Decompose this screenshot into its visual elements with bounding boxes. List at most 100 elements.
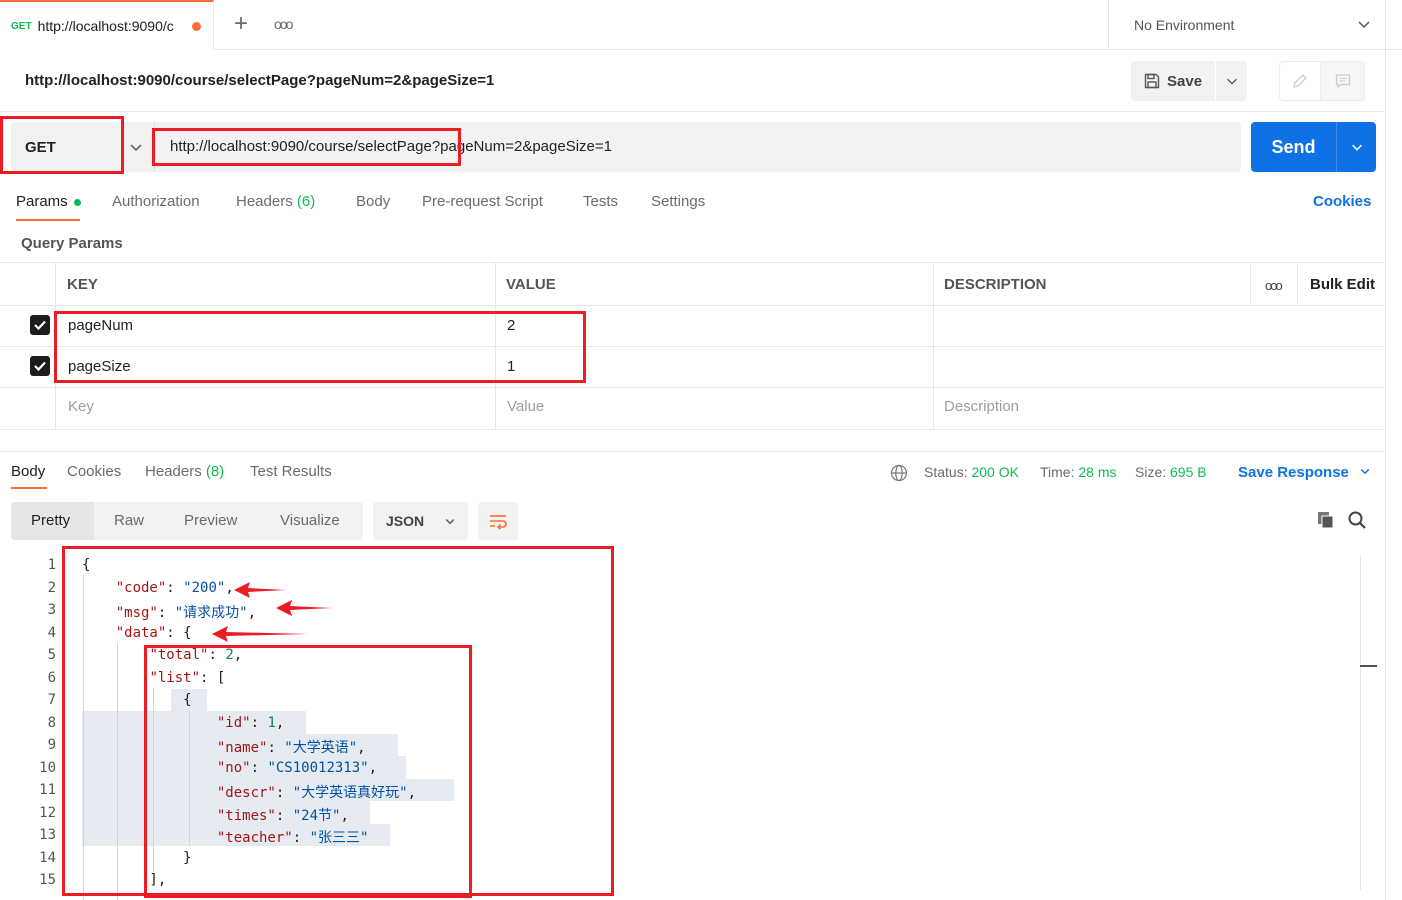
code-line: "descr": "大学英语真好玩", [216,785,417,801]
save-response-label: Save Response [1238,464,1349,481]
annotation-arrow-icon [276,600,332,616]
search-icon[interactable] [1347,510,1367,530]
new-param-value-input[interactable]: Value [507,398,544,415]
unsaved-dot-icon [191,21,201,31]
line-number: 12 [39,805,56,821]
headers-count: (6) [296,193,316,210]
active-tab-underline [16,219,80,221]
table-options-icon[interactable]: ooo [1265,278,1283,293]
code-line: "teacher": "张三三" [216,830,369,846]
response-tab-body[interactable]: Body [11,463,45,480]
code-line: "data": { [115,625,192,641]
code-line: { [82,692,192,708]
request-title: http://localhost:9090/course/selectPage?… [25,72,495,89]
tab-tests[interactable]: Tests [583,193,618,210]
response-tab-cookies[interactable]: Cookies [67,463,121,480]
divider [0,111,1386,112]
param-value[interactable]: 1 [507,358,515,375]
line-number: 2 [47,580,56,596]
code-line: "times": "24节", [216,808,349,824]
format-selector[interactable]: JSON [373,502,468,540]
line-number: 8 [47,715,56,731]
indent-guide [189,711,190,846]
globe-icon[interactable] [890,464,908,482]
param-checkbox-pagenum[interactable] [30,315,50,335]
bulk-edit-button[interactable]: Bulk Edit [1310,276,1375,293]
pencil-icon [1293,74,1307,88]
size-value: 695 B [1170,464,1207,480]
url-text: http://localhost:9090/course/selectPage?… [170,138,612,155]
response-tab-test-results[interactable]: Test Results [250,463,332,480]
scrollbar[interactable] [1360,555,1361,890]
code-line: "no": "CS10012313", [216,760,378,776]
line-number: 4 [47,625,56,641]
wrap-icon [490,515,507,530]
send-dropdown-button[interactable] [1336,122,1376,172]
format-label: JSON [386,513,425,529]
view-visualize-button[interactable]: Visualize [280,512,340,529]
param-checkbox-pagesize[interactable] [30,356,50,376]
param-key[interactable]: pageNum [68,317,133,334]
send-button[interactable]: Send [1251,122,1336,172]
line-number: 10 [39,760,56,776]
tab-headers[interactable]: Headers (6) [236,193,315,210]
code-line: } [82,850,192,866]
save-button[interactable]: Save [1131,61,1215,101]
param-key[interactable]: pageSize [68,358,131,375]
column-header-value: VALUE [506,276,556,293]
chevron-down-icon [445,519,455,525]
size-label: Size: [1135,464,1167,480]
annotation-arrow-icon [234,582,286,598]
code-line: "code": "200", [115,580,234,596]
column-header-key: KEY [67,276,98,293]
active-tab-underline [11,487,47,489]
response-tab-headers[interactable]: Headers (8) [145,463,224,480]
request-tab[interactable]: GET http://localhost:9090/c [0,0,214,50]
comment-icon [1335,74,1350,89]
save-icon [1144,73,1160,89]
copy-icon[interactable] [1316,510,1336,530]
query-params-title: Query Params [21,235,123,252]
code-line: { [82,557,91,573]
environment-label: No Environment [1134,17,1235,33]
checkmark-icon [34,361,46,372]
annotation-arrow-icon [212,626,308,642]
tab-pre-request-script[interactable]: Pre-request Script [422,193,543,210]
response-status[interactable]: Status: 200 OK [924,464,1019,480]
view-raw-button[interactable]: Raw [114,512,144,529]
panel-edge [1385,0,1386,900]
response-divider [0,451,1386,452]
scroll-thumb[interactable] [1360,665,1377,667]
chevron-down-icon [1226,78,1237,85]
tab-body[interactable]: Body [356,193,390,210]
code-line: "msg": "请求成功", [115,605,257,621]
view-preview-button[interactable]: Preview [184,512,237,529]
line-number: 3 [47,602,56,618]
chevron-down-icon [1351,144,1362,151]
response-headers-count: (8) [205,463,225,480]
chevron-down-icon [1360,468,1370,475]
new-param-description-input[interactable]: Description [944,398,1019,415]
response-time[interactable]: Time: 28 ms [1040,464,1117,480]
new-param-key-input[interactable]: Key [68,398,94,415]
chevron-down-icon [1358,21,1370,29]
line-number: 9 [47,737,56,753]
comments-button[interactable] [1320,61,1365,101]
tab-params[interactable]: Params [16,193,68,210]
save-response-button[interactable]: Save Response [1238,464,1371,481]
response-size[interactable]: Size: 695 B [1135,464,1207,480]
params-active-dot-icon [74,199,81,206]
more-tabs-icon[interactable]: ooo [274,16,293,32]
cookies-link[interactable]: Cookies [1313,193,1371,210]
tab-authorization[interactable]: Authorization [112,193,200,210]
send-label: Send [1271,136,1316,157]
tab-settings[interactable]: Settings [651,193,705,210]
line-number: 1 [47,557,56,573]
wrap-lines-button[interactable] [478,502,518,540]
save-dropdown-button[interactable] [1216,61,1247,101]
checkmark-icon [34,320,46,331]
response-body-code[interactable]: 1 2 3 4 5 6 7 8 9 10 11 12 13 14 15 { "c… [0,553,1360,900]
param-value[interactable]: 2 [507,317,515,334]
edit-button[interactable] [1279,61,1321,101]
new-tab-plus-icon[interactable]: + [228,12,254,38]
